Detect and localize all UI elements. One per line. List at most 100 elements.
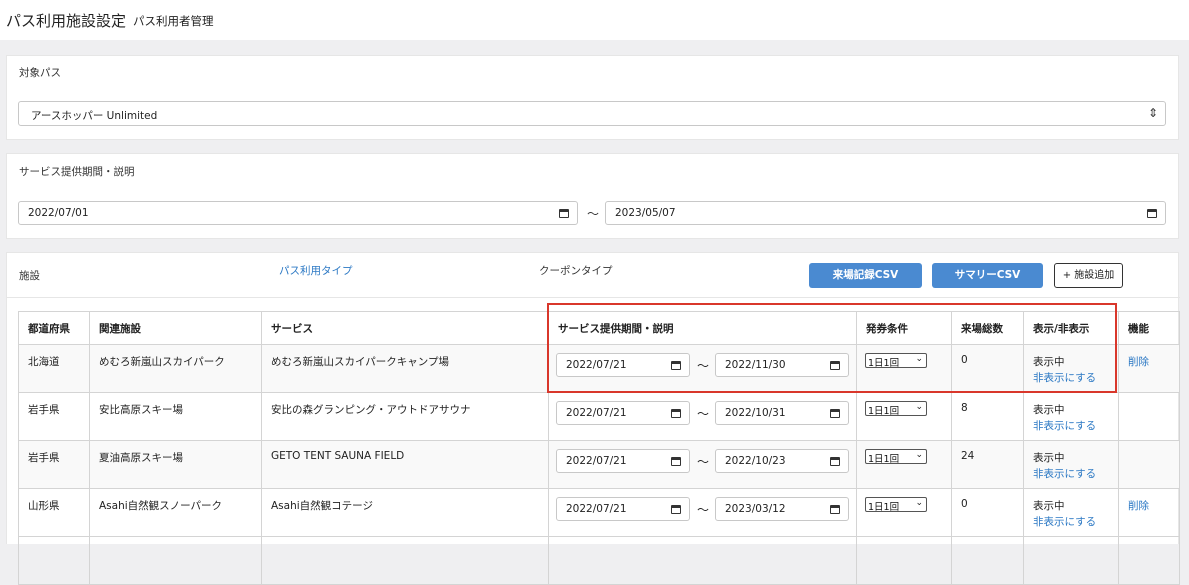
prefecture-cell: 岩手県	[28, 452, 60, 464]
period-separator: 〜	[587, 207, 600, 221]
chevron-down-icon: ⌄	[915, 354, 923, 364]
start-date-value: 2022/07/21	[566, 455, 627, 467]
facility-cell: Asahi自然観スノーパーク	[99, 500, 223, 512]
chevron-down-icon: ⌄	[915, 498, 923, 508]
target-pass-value: アースホッパー Unlimited	[31, 110, 158, 122]
calendar-icon[interactable]	[830, 409, 840, 418]
col-service-header: サービス	[261, 311, 549, 345]
visits-cell: 0	[961, 498, 968, 510]
delete-link[interactable]: 削除	[1128, 354, 1149, 369]
service-cell: めむろ新嵐山スカイパークキャンプ場	[271, 356, 449, 368]
service-cell: GETO TENT SAUNA FIELD	[271, 450, 405, 462]
period-end-value: 2023/05/07	[615, 207, 676, 219]
end-date-value: 2023/03/12	[725, 503, 786, 515]
hide-link[interactable]: 非表示にする	[1033, 466, 1096, 481]
start-date-value: 2022/07/21	[566, 407, 627, 419]
condition-value: 1日1回	[868, 502, 900, 513]
top-bar: パス利用施設設定 パス利用者管理	[0, 0, 1189, 40]
end-date-value: 2022/11/30	[725, 359, 786, 371]
page-subtitle: パス利用者管理	[133, 14, 214, 28]
col-visits-header: 来場総数	[951, 311, 1024, 345]
calendar-icon[interactable]	[830, 505, 840, 514]
prefecture-cell: 岩手県	[28, 404, 60, 416]
period-start-value: 2022/07/01	[28, 207, 89, 219]
visit-record-csv-button[interactable]: 来場記録CSV	[809, 263, 922, 288]
calendar-icon[interactable]	[1147, 209, 1157, 218]
status-text: 表示中	[1033, 356, 1065, 368]
date-separator: 〜	[697, 455, 710, 469]
table-header-row: 都道府県 関連施設 サービス サービス提供期間・説明 発券条件 来場総数 表示/…	[18, 311, 1180, 345]
facility-cell: めむろ新嵐山スカイパーク	[99, 356, 225, 368]
row-start-date-input[interactable]: 2022/07/21	[556, 497, 690, 521]
status-text: 表示中	[1033, 500, 1065, 512]
row-end-date-input[interactable]: 2023/03/12	[715, 497, 849, 521]
pass-type-link[interactable]: パス利用タイプ	[279, 263, 353, 278]
facilities-label: 施設	[19, 270, 40, 282]
condition-value: 1日1回	[868, 406, 900, 417]
delete-link[interactable]: 削除	[1128, 498, 1149, 513]
hide-link[interactable]: 非表示にする	[1033, 514, 1096, 529]
facilities-card: 施設 パス利用タイプ クーポンタイプ 来場記録CSV サマリーCSV + 施設追…	[6, 252, 1180, 585]
row-end-date-input[interactable]: 2022/11/30	[715, 353, 849, 377]
date-separator: 〜	[697, 503, 710, 517]
start-date-value: 2022/07/21	[566, 503, 627, 515]
visits-cell: 0	[961, 354, 968, 366]
table-row: 岩手県 夏油高原スキー場 GETO TENT SAUNA FIELD 2022/…	[18, 440, 1180, 489]
service-period-card: サービス提供期間・説明 2022/07/01 〜 2023/05/07	[6, 153, 1179, 239]
row-end-date-input[interactable]: 2022/10/23	[715, 449, 849, 473]
calendar-icon[interactable]	[830, 361, 840, 370]
col-prefecture-header: 都道府県	[18, 311, 90, 345]
add-facility-button[interactable]: + 施設追加	[1054, 263, 1123, 288]
table-row: 山形県 Asahi自然観スノーパーク Asahi自然観コテージ 2022/07/…	[18, 488, 1180, 537]
chevron-down-icon: ⌄	[915, 402, 923, 412]
issue-condition-select[interactable]: 1日1回 ⌄	[865, 353, 927, 369]
condition-value: 1日1回	[868, 358, 900, 369]
row-end-date-input[interactable]: 2022/10/31	[715, 401, 849, 425]
facility-cell: 夏油高原スキー場	[99, 452, 183, 464]
calendar-icon[interactable]	[671, 505, 681, 514]
col-visibility-header: 表示/非表示	[1023, 311, 1119, 345]
col-facility-header: 関連施設	[89, 311, 262, 345]
hide-link[interactable]: 非表示にする	[1033, 418, 1096, 433]
status-text: 表示中	[1033, 452, 1065, 464]
prefecture-cell: 山形県	[28, 500, 60, 512]
date-separator: 〜	[697, 359, 710, 373]
calendar-icon[interactable]	[671, 409, 681, 418]
calendar-icon[interactable]	[559, 209, 569, 218]
visits-cell: 8	[961, 402, 968, 414]
service-cell: Asahi自然観コテージ	[271, 500, 373, 512]
start-date-value: 2022/07/21	[566, 359, 627, 371]
calendar-icon[interactable]	[671, 457, 681, 466]
visits-cell: 24	[961, 450, 975, 462]
service-cell: 安比の森グランピング・アウトドアサウナ	[271, 404, 471, 416]
coupon-type-label: クーポンタイプ	[539, 265, 613, 277]
col-condition-header: 発券条件	[856, 311, 952, 345]
status-text: 表示中	[1033, 404, 1065, 416]
prefecture-cell: 北海道	[28, 356, 60, 368]
table-row: 北海道 めむろ新嵐山スカイパーク めむろ新嵐山スカイパークキャンプ場 2022/…	[18, 344, 1180, 393]
row-start-date-input[interactable]: 2022/07/21	[556, 449, 690, 473]
condition-value: 1日1回	[868, 454, 900, 465]
date-separator: 〜	[697, 407, 710, 421]
col-period-header: サービス提供期間・説明	[548, 311, 857, 345]
issue-condition-select[interactable]: 1日1回 ⌄	[865, 449, 927, 465]
period-end-date-input[interactable]: 2023/05/07	[605, 201, 1166, 225]
summary-csv-button[interactable]: サマリーCSV	[932, 263, 1043, 288]
row-start-date-input[interactable]: 2022/07/21	[556, 401, 690, 425]
issue-condition-select[interactable]: 1日1回 ⌄	[865, 497, 927, 513]
calendar-icon[interactable]	[671, 361, 681, 370]
row-start-date-input[interactable]: 2022/07/21	[556, 353, 690, 377]
period-start-date-input[interactable]: 2022/07/01	[18, 201, 578, 225]
calendar-icon[interactable]	[830, 457, 840, 466]
service-period-label: サービス提供期間・説明	[19, 166, 135, 178]
target-pass-label: 対象パス	[19, 67, 61, 79]
chevron-updown-icon: ⇕	[1147, 106, 1158, 120]
facility-cell: 安比高原スキー場	[99, 404, 183, 416]
end-date-value: 2022/10/31	[725, 407, 786, 419]
target-pass-card: 対象パス アースホッパー Unlimited ⇕	[6, 55, 1179, 140]
target-pass-select[interactable]: アースホッパー Unlimited ⇕	[18, 101, 1166, 126]
col-action-header: 機能	[1118, 311, 1180, 345]
hide-link[interactable]: 非表示にする	[1033, 370, 1096, 385]
issue-condition-select[interactable]: 1日1回 ⌄	[865, 401, 927, 417]
divider	[7, 297, 1180, 298]
